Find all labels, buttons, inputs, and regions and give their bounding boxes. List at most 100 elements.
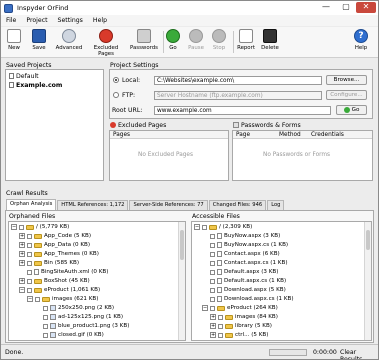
scrollbar-thumb[interactable]	[366, 230, 370, 250]
checkbox[interactable]	[43, 305, 48, 311]
tree-item[interactable]: − images (621 KB)	[27, 295, 98, 303]
checkbox[interactable]	[210, 287, 215, 293]
delete-button[interactable]: Delete	[260, 29, 280, 51]
project-item-selected[interactable]: Example.com	[9, 81, 62, 89]
checkbox[interactable]	[218, 323, 223, 329]
tree-item[interactable]: + ctrl... (5 KB)	[210, 331, 268, 339]
tree-item[interactable]: + BoxShot (45 KB)	[19, 277, 90, 285]
checkbox[interactable]	[27, 269, 32, 275]
minimize-button[interactable]: —	[316, 2, 336, 13]
checkbox[interactable]	[27, 260, 32, 266]
checkbox[interactable]	[210, 305, 215, 311]
accessible-scrollbar[interactable]	[364, 222, 371, 340]
checkbox[interactable]	[43, 323, 48, 329]
tab-html-references[interactable]: HTML References: 1,172	[57, 200, 129, 210]
checkbox[interactable]	[210, 260, 215, 266]
tree-item[interactable]: Default.aspx.cs (1 KB)	[202, 277, 286, 285]
expand-icon[interactable]: +	[19, 233, 25, 239]
checkbox[interactable]	[218, 332, 223, 338]
checkbox[interactable]	[218, 314, 223, 320]
local-radio[interactable]	[113, 77, 119, 83]
tree-item[interactable]: + library (5 KB)	[210, 322, 272, 330]
tree-item[interactable]: + Bin (585 KB)	[19, 259, 79, 267]
checkbox[interactable]	[27, 233, 32, 239]
checkbox[interactable]	[27, 278, 32, 284]
collapse-icon[interactable]: −	[19, 287, 25, 293]
root-url-input[interactable]: www.example.com	[154, 106, 331, 115]
checkbox[interactable]	[210, 269, 215, 275]
pause-button[interactable]: Pause	[185, 29, 207, 51]
checkbox[interactable]	[210, 296, 215, 302]
ftp-host-input[interactable]: Server Hostname (ftp.example.com)	[154, 91, 322, 100]
tree-item[interactable]: BuyNow.aspx.cs (1 KB)	[202, 241, 288, 249]
tree-item[interactable]: Download.aspx (5 KB)	[202, 286, 286, 294]
expand-icon[interactable]: +	[19, 251, 25, 257]
expand-icon[interactable]: +	[19, 242, 25, 248]
tree-item[interactable]: closed.gif (0 KB)	[35, 331, 104, 339]
tab-log[interactable]: Log	[267, 200, 285, 210]
tree-item[interactable]: − eProduct (1,061 KB)	[19, 286, 100, 294]
tab-orphan-analysis[interactable]: Orphan Analysis	[6, 199, 57, 210]
page-column-header[interactable]: Page	[236, 131, 250, 139]
tree-item[interactable]: 250x250.png (2 KB)	[35, 304, 114, 312]
help-button[interactable]: ? Help	[353, 29, 369, 51]
checkbox[interactable]	[43, 332, 48, 338]
close-button[interactable]: ✕	[356, 2, 376, 13]
tree-item[interactable]: Contact.aspx.cs (1 KB)	[202, 259, 288, 267]
menu-settings[interactable]: Settings	[53, 15, 88, 26]
scrollbar-thumb[interactable]	[180, 230, 184, 260]
stop-button[interactable]: Stop	[209, 29, 229, 51]
collapse-icon[interactable]: −	[11, 224, 17, 230]
expand-icon[interactable]: +	[210, 314, 216, 320]
passwords-button[interactable]: Passwords	[128, 29, 160, 51]
report-button[interactable]: Report	[235, 29, 257, 51]
tab-server-side-references[interactable]: Server-Side References: 77	[129, 200, 208, 210]
tree-item[interactable]: − / (2,309 KB)	[194, 223, 252, 231]
tree-item[interactable]: BuyNow.aspx (3 KB)	[202, 232, 280, 240]
collapse-icon[interactable]: −	[202, 305, 208, 311]
go-button[interactable]: Go	[165, 29, 181, 51]
expand-icon[interactable]: +	[19, 278, 25, 284]
expand-icon[interactable]: +	[210, 323, 216, 329]
checkbox[interactable]	[210, 242, 215, 248]
checkbox[interactable]	[210, 233, 215, 239]
clear-results-link[interactable]: Clear Results	[340, 349, 378, 359]
collapse-icon[interactable]: −	[27, 296, 33, 302]
local-path-input[interactable]: C:\Websites\example.com\	[154, 76, 322, 85]
tree-item[interactable]: BingSiteAuth.xml (0 KB)	[19, 268, 108, 276]
menu-project[interactable]: Project	[21, 15, 52, 26]
tree-item[interactable]: + App_Data (0 KB)	[19, 241, 90, 249]
collapse-icon[interactable]: −	[194, 224, 200, 230]
pages-column-header[interactable]: Pages	[110, 131, 228, 139]
tree-item[interactable]: − / (5,779 KB)	[11, 223, 69, 231]
excluded-pages-button[interactable]: Excluded Pages	[85, 29, 127, 57]
browse-button[interactable]: Browse...	[326, 75, 367, 85]
checkbox[interactable]	[210, 251, 215, 257]
checkbox[interactable]	[27, 287, 32, 293]
advanced-button[interactable]: Advanced	[54, 29, 84, 51]
checkbox[interactable]	[35, 296, 40, 302]
menu-file[interactable]: File	[1, 15, 21, 26]
credentials-column-header[interactable]: Credentials	[311, 131, 344, 139]
tree-item[interactable]: − eProduct (264 KB)	[202, 304, 278, 312]
orphaned-scrollbar[interactable]	[178, 222, 185, 340]
save-button[interactable]: Save	[29, 29, 49, 51]
checkbox[interactable]	[210, 278, 215, 284]
tree-item[interactable]: Default.aspx (3 KB)	[202, 268, 278, 276]
method-column-header[interactable]: Method	[279, 131, 301, 139]
tree-item[interactable]: Contact.aspx (6 KB)	[202, 250, 280, 258]
checkbox[interactable]	[202, 224, 207, 230]
tree-item[interactable]: + images (84 KB)	[210, 313, 278, 321]
checkbox[interactable]	[43, 314, 48, 320]
configure-button[interactable]: Configure...	[326, 90, 367, 100]
root-go-button[interactable]: Go	[336, 105, 367, 115]
expand-icon[interactable]: +	[210, 332, 216, 338]
ftp-radio[interactable]	[113, 92, 119, 98]
project-item[interactable]: Default	[9, 72, 39, 80]
checkbox[interactable]	[27, 251, 32, 257]
menu-help[interactable]: Help	[88, 15, 112, 26]
tree-item[interactable]: Download.aspx.cs (1 KB)	[202, 295, 294, 303]
tab-changed-files[interactable]: Changed Files: 946	[208, 200, 267, 210]
expand-icon[interactable]: +	[19, 260, 25, 266]
tree-item[interactable]: ad-125x125.png (1 KB)	[35, 313, 123, 321]
